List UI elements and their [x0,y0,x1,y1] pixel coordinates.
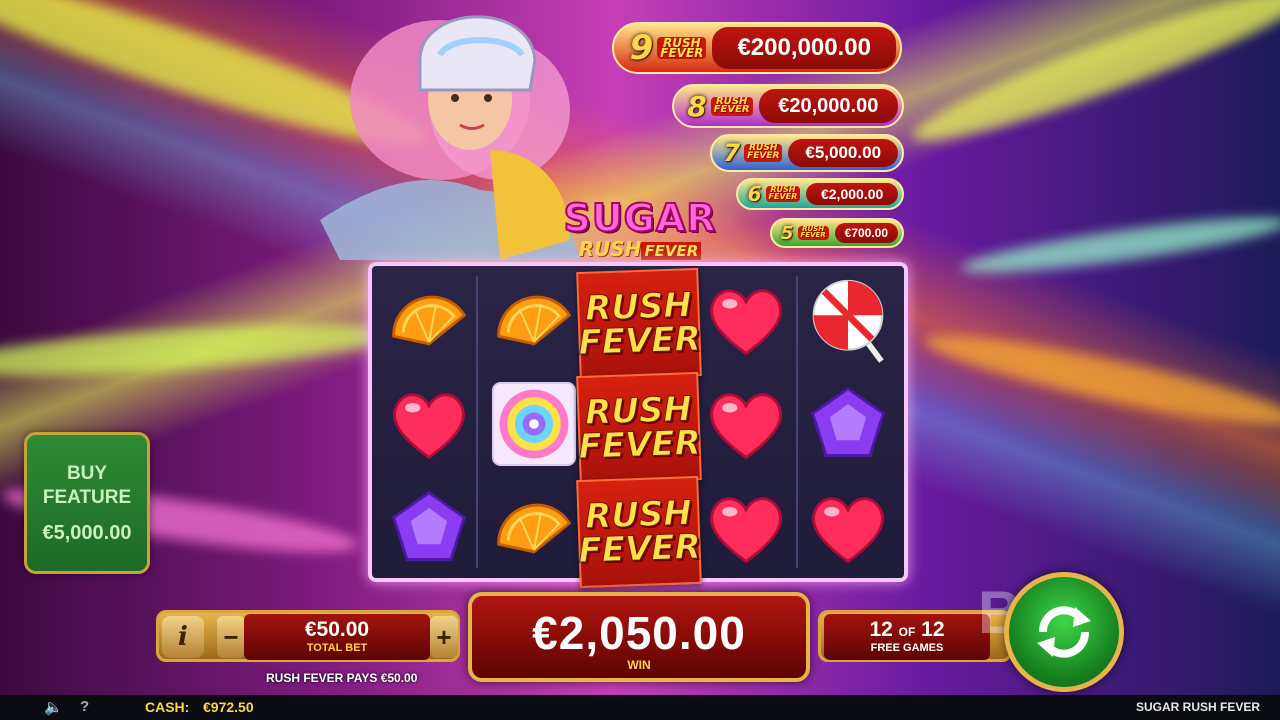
ladder-count: 8 [687,89,707,123]
light-streak [904,0,1280,161]
ladder-count: 6 [747,182,762,206]
lollipop-symbol [800,272,896,368]
ladder-prize: €2,000.00 [806,183,898,205]
ladder-count: 9 [629,28,654,68]
red-heart-symbol [800,480,896,576]
orange-slice-symbol [486,272,582,368]
sound-icon[interactable]: 🔈 [44,698,63,716]
autoplay-arrows-icon [1037,606,1091,658]
red-heart-symbol [698,272,794,368]
ladder-prize: €200,000.00 [712,27,896,69]
rush-fever-symbol: RUSH FEVER [576,475,702,589]
prize-ladder-row: 9 RUSH FEVER €200,000.00 [612,22,902,74]
spin-button[interactable] [1004,572,1124,692]
prize-ladder-row: 6 RUSH FEVER €2,000.00 [736,178,904,210]
ladder-count: 7 [723,139,741,167]
orange-slice-symbol [381,272,477,368]
rush-fever-symbol: RUSH FEVER [576,371,702,485]
rush-fever-word-2: FEVER [577,422,702,468]
ladder-prize: €5,000.00 [788,139,898,167]
total-bet-value: €50.00 [304,618,370,641]
light-streak [959,207,1280,283]
free-games-current: 12 [869,618,893,641]
status-bar: 🔈 ? CASH: €972.50 SUGAR RUSH FEVER [0,695,1280,720]
prize-ladder-row: 7 RUSH FEVER €5,000.00 [710,134,904,172]
red-heart-symbol [698,376,794,472]
light-streak [919,320,1280,440]
ladder-rush-fever-tag: RUSH FEVER [765,186,801,202]
logo-line1: SUGAR [562,196,717,240]
buy-feature-label-1: BUY [66,462,108,484]
total-bet-display: €50.00 TOTAL BET [244,614,430,660]
bet-increase-button[interactable]: + [430,616,458,658]
prize-ladder-row: 5 RUSH FEVER €700.00 [770,218,904,248]
rush-fever-word-2: FEVER [577,526,702,572]
red-heart-symbol [381,376,477,472]
help-icon[interactable]: ? [80,698,89,715]
rush-fever-symbol: RUSH FEVER [576,267,702,381]
logo-line2: RUSH FEVER [560,238,720,262]
total-bet-caption: TOTAL BET [306,642,368,654]
cash-value: €972.50 [203,699,254,715]
ladder-rush-fever-tag: RUSH FEVER [657,37,707,60]
game-title: SUGAR RUSH FEVER [1135,700,1260,714]
prize-ladder-row: 8 RUSH FEVER €20,000.00 [672,84,904,128]
logo-fever-tag: FEVER [641,242,702,260]
game-logo: SUGAR RUSH FEVER [560,196,720,266]
free-games-total: 12 [921,618,945,641]
orange-slice-symbol [486,480,582,576]
rush-fever-pays-text: RUSH FEVER PAYS €50.00 [266,671,418,685]
bet-decrease-button[interactable]: − [217,616,245,658]
logo-line2-text: RUSH [578,237,642,261]
win-caption: WIN [627,658,651,672]
ladder-rush-fever-tag: RUSH FEVER [710,96,753,116]
win-display: €2,050.00 WIN [468,592,810,682]
ladder-prize: €20,000.00 [758,89,898,123]
ladder-rush-fever-tag: RUSH FEVER [744,144,783,162]
free-games-display: 12 OF 12 FREE GAMES [824,614,990,660]
rush-fever-word-2: FEVER [577,318,702,364]
buy-feature-button[interactable]: BUY FEATURE €5,000.00 [24,432,150,574]
purple-gem-symbol [381,480,477,576]
free-games-of: OF [898,625,916,639]
buy-feature-price: €5,000.00 [42,521,132,544]
free-games-count: 12 OF 12 [824,618,990,642]
ladder-rush-fever-tag: RUSH FEVER [797,226,829,240]
purple-gem-symbol [800,376,896,472]
red-heart-symbol [698,480,794,576]
win-value: €2,050.00 [532,607,746,659]
reel-divider [796,276,798,568]
light-streak [0,314,401,386]
cash-label: CASH: [145,699,190,715]
buy-feature-label-2: FEATURE [42,486,132,508]
info-button[interactable]: i [162,616,204,658]
ladder-prize: €700.00 [834,223,898,243]
swirl-candy-symbol [486,376,582,472]
free-games-caption: FREE GAMES [870,642,944,654]
ladder-count: 5 [781,222,794,244]
